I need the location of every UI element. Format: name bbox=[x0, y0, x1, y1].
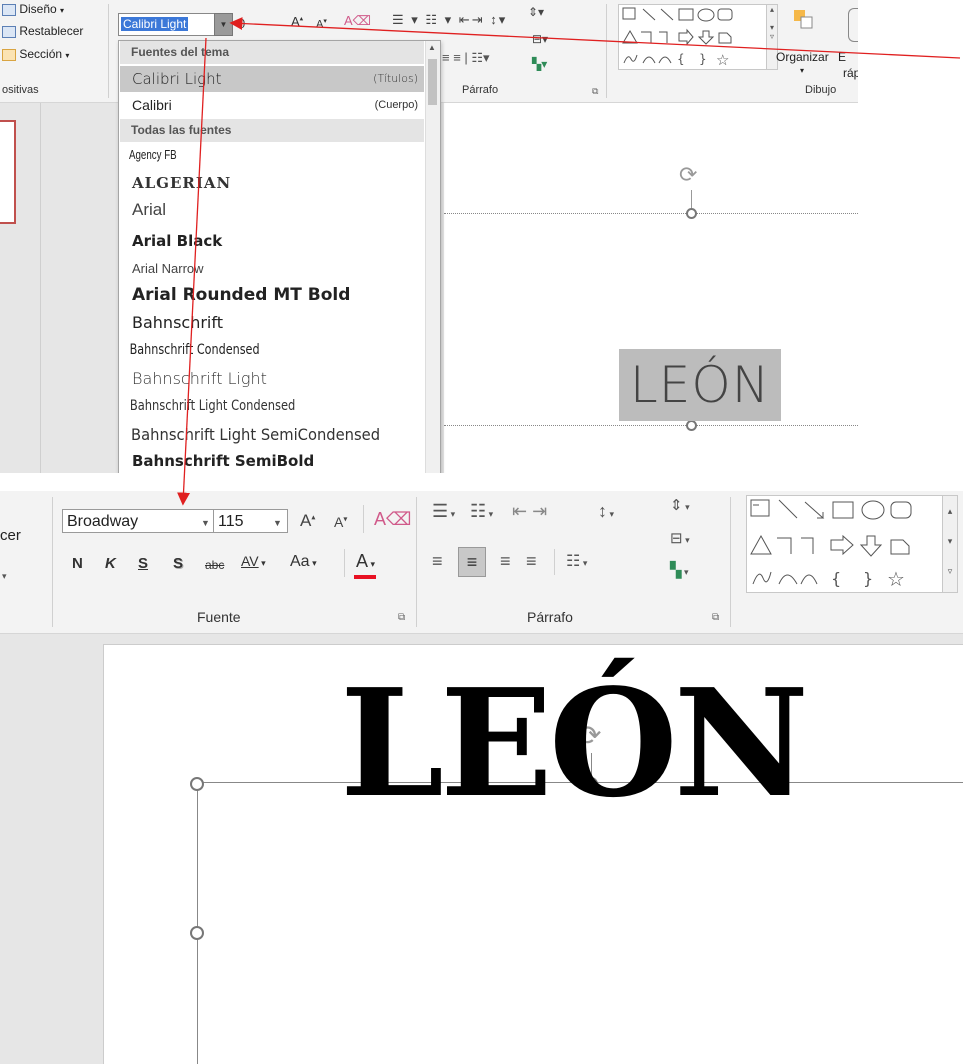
annotation-arrows bbox=[177, 17, 961, 506]
arrow-to-font-box bbox=[229, 17, 961, 59]
arrow-to-broadway bbox=[177, 37, 207, 506]
